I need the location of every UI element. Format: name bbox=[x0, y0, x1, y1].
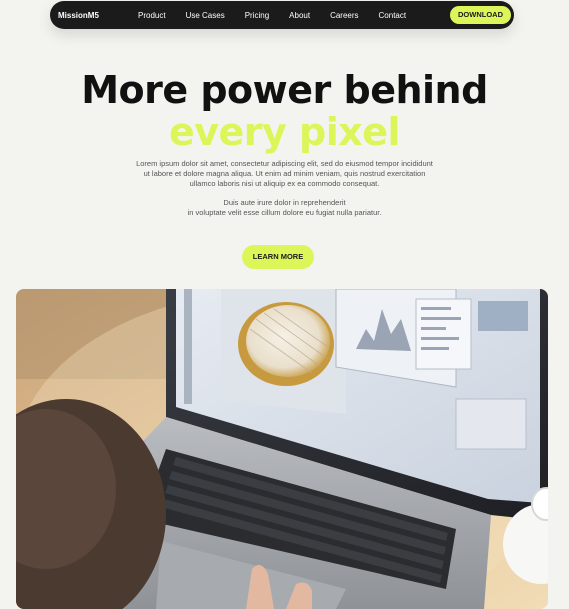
hero-description-line3: ullamco laboris nisi ut aliquip ex ea co… bbox=[189, 179, 380, 188]
hero-subtext: Duis aute irure dolor in reprehenderit i… bbox=[0, 198, 569, 218]
cake-image bbox=[246, 305, 330, 377]
hero-description-line2: ut labore et dolore magna aliqua. Ut eni… bbox=[143, 169, 426, 178]
nav-link-contact[interactable]: Contact bbox=[379, 11, 407, 20]
hero-subtext-line1: Duis aute irure dolor in reprehenderit bbox=[223, 198, 346, 207]
laptop-photo-illustration bbox=[16, 289, 548, 609]
learn-more-button[interactable]: LEARN MORE bbox=[242, 245, 314, 269]
thumbnail-panel bbox=[478, 301, 528, 331]
nav-link-pricing[interactable]: Pricing bbox=[245, 11, 269, 20]
top-nav: MissionM5 Product Use Cases Pricing Abou… bbox=[50, 1, 514, 29]
brand-logo[interactable]: MissionM5 bbox=[58, 11, 138, 20]
hero-subtext-line2: in voluptate velit esse cillum dolore eu… bbox=[187, 208, 382, 217]
hero-title-line2: every pixel bbox=[168, 110, 401, 154]
nav-link-product[interactable]: Product bbox=[138, 11, 166, 20]
hero-title-line1: More power behind bbox=[81, 68, 488, 112]
layers-panel bbox=[455, 398, 527, 450]
hero-description-line1: Lorem ipsum dolor sit amet, consectetur … bbox=[136, 159, 433, 168]
nav-link-careers[interactable]: Careers bbox=[330, 11, 358, 20]
nav-link-use-cases[interactable]: Use Cases bbox=[186, 11, 225, 20]
nav-links: Product Use Cases Pricing About Careers … bbox=[138, 11, 426, 20]
hero-description: Lorem ipsum dolor sit amet, consectetur … bbox=[0, 159, 569, 189]
nav-link-about[interactable]: About bbox=[289, 11, 310, 20]
hero-photo-laptop bbox=[16, 289, 548, 609]
download-button[interactable]: DOWNLOAD bbox=[450, 6, 511, 24]
